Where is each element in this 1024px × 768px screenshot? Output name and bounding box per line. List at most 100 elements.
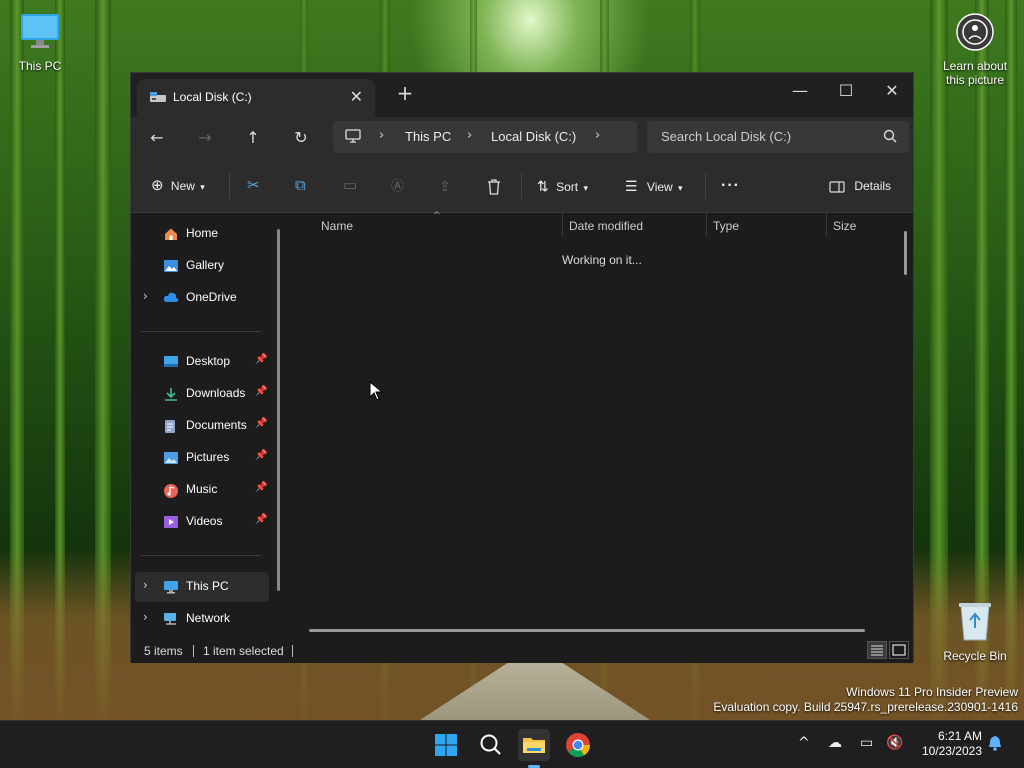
sidebar-item-this-pc[interactable]: › This PC bbox=[135, 572, 269, 602]
desktop-icon-recycle-bin[interactable]: Recycle Bin bbox=[935, 598, 1015, 663]
refresh-button[interactable]: ↻ bbox=[287, 125, 315, 151]
sort-icon: ⇅ bbox=[537, 178, 549, 194]
cut-button[interactable]: ✂ bbox=[247, 173, 260, 199]
toolbar-divider bbox=[705, 173, 706, 199]
sidebar-item-network[interactable]: › Network bbox=[135, 604, 269, 634]
pin-icon[interactable]: 📌 bbox=[255, 386, 267, 397]
toolbar-divider bbox=[229, 173, 230, 199]
download-arrow-icon bbox=[163, 387, 179, 401]
sidebar-item-videos[interactable]: Videos 📌 bbox=[135, 507, 269, 537]
vertical-scrollbar[interactable] bbox=[904, 231, 907, 275]
music-icon bbox=[163, 483, 179, 498]
chrome-taskbar-button[interactable] bbox=[562, 729, 594, 761]
pin-icon[interactable]: 📌 bbox=[255, 514, 267, 525]
maximize-button[interactable]: ☐ bbox=[823, 77, 869, 105]
search-icon bbox=[883, 129, 897, 146]
tiles-view-button[interactable] bbox=[889, 641, 909, 659]
column-header-size[interactable]: Size bbox=[833, 219, 856, 233]
show-hidden-icons-chevron-icon[interactable]: ^ bbox=[798, 735, 810, 751]
sidebar-item-downloads[interactable]: Downloads 📌 bbox=[135, 379, 269, 409]
file-explorer-taskbar-button[interactable] bbox=[518, 729, 550, 768]
search-input[interactable]: Search Local Disk (C:) bbox=[661, 129, 791, 144]
breadcrumb-local-disk[interactable]: Local Disk (C:) bbox=[491, 129, 576, 144]
title-bar[interactable]: Local Disk (C:) ✕ + — ☐ ✕ bbox=[131, 73, 913, 117]
sidebar-item-gallery[interactable]: Gallery bbox=[135, 251, 269, 281]
system-clock[interactable]: 6:21 AM 10/23/2023 bbox=[922, 729, 982, 759]
watermark-line-1: Windows 11 Pro Insider Preview bbox=[846, 685, 1018, 699]
rename-button[interactable]: Ⓐ bbox=[391, 173, 404, 199]
new-button[interactable]: ⊕ New ▾ bbox=[151, 173, 205, 199]
sidebar-scrollbar[interactable] bbox=[277, 229, 280, 591]
pin-icon[interactable]: 📌 bbox=[255, 450, 267, 461]
minimize-button[interactable]: — bbox=[777, 77, 823, 105]
details-pane-icon bbox=[829, 179, 848, 193]
details-view-icon bbox=[871, 645, 883, 656]
pin-icon[interactable]: 📌 bbox=[255, 482, 267, 493]
sidebar-item-label: Music bbox=[186, 482, 218, 496]
breadcrumb-this-pc[interactable]: This PC bbox=[405, 129, 451, 144]
desktop-icon-this-pc[interactable]: This PC bbox=[0, 10, 80, 73]
chevron-right-icon[interactable]: › bbox=[595, 128, 600, 143]
chevron-right-icon[interactable]: › bbox=[379, 128, 384, 143]
desktop-icon-learn-about-picture[interactable]: Learn about this picture bbox=[935, 12, 1015, 87]
share-icon: ⇪ bbox=[439, 178, 451, 194]
tab-close-icon[interactable]: ✕ bbox=[350, 87, 363, 106]
chevron-right-icon[interactable]: › bbox=[143, 610, 148, 624]
search-icon bbox=[480, 734, 501, 755]
camera-info-icon bbox=[935, 12, 1015, 55]
column-header-type[interactable]: Type bbox=[713, 219, 739, 233]
chevron-right-icon[interactable]: › bbox=[467, 128, 472, 143]
status-divider bbox=[292, 645, 293, 657]
more-options-icon[interactable]: ··· bbox=[721, 173, 740, 199]
horizontal-scrollbar[interactable] bbox=[309, 629, 865, 632]
clock-date: 10/23/2023 bbox=[921, 744, 982, 758]
up-button[interactable]: ↑ bbox=[239, 125, 267, 151]
clipboard-icon: ▭ bbox=[343, 177, 358, 194]
trash-icon bbox=[487, 179, 501, 195]
column-divider[interactable] bbox=[706, 213, 707, 237]
delete-button[interactable] bbox=[487, 173, 501, 199]
sidebar-item-home[interactable]: Home bbox=[135, 219, 269, 249]
details-button[interactable]: Details bbox=[829, 173, 891, 199]
chevron-right-icon[interactable]: › bbox=[143, 578, 148, 592]
sidebar-item-music[interactable]: Music 📌 bbox=[135, 475, 269, 505]
pin-icon[interactable]: 📌 bbox=[255, 418, 267, 429]
copy-button[interactable]: ⧉ bbox=[295, 173, 306, 199]
start-button[interactable] bbox=[430, 729, 462, 761]
navigation-bar: ← → ↑ ↻ › This PC › Local Disk (C:) › Se… bbox=[131, 117, 913, 159]
sidebar-divider bbox=[141, 331, 261, 332]
column-divider[interactable] bbox=[562, 213, 563, 237]
desktop-icon-label: Learn about this picture bbox=[942, 59, 1008, 87]
sidebar-item-documents[interactable]: Documents 📌 bbox=[135, 411, 269, 441]
tab-local-disk[interactable]: Local Disk (C:) ✕ bbox=[137, 79, 375, 117]
back-button[interactable]: ← bbox=[143, 125, 171, 151]
address-bar[interactable]: › This PC › Local Disk (C:) › bbox=[333, 121, 637, 153]
network-status-icon[interactable]: ▭ bbox=[860, 735, 873, 751]
column-divider[interactable] bbox=[826, 213, 827, 237]
sidebar-item-label: Network bbox=[186, 611, 231, 625]
file-list-pane: ^ Name Date modified Type Size Working o… bbox=[289, 211, 915, 637]
new-tab-button[interactable]: + bbox=[393, 81, 417, 105]
forward-button[interactable]: → bbox=[191, 125, 219, 151]
onedrive-status-icon[interactable]: ☁ bbox=[828, 735, 842, 751]
close-button[interactable]: ✕ bbox=[869, 77, 915, 105]
paste-button[interactable]: ▭ bbox=[343, 173, 357, 199]
pin-icon[interactable]: 📌 bbox=[255, 354, 267, 365]
chevron-right-icon[interactable]: › bbox=[143, 289, 148, 303]
column-header-name[interactable]: Name bbox=[321, 219, 353, 233]
search-button[interactable] bbox=[474, 729, 506, 761]
sidebar-item-onedrive[interactable]: › OneDrive bbox=[135, 283, 269, 313]
search-box[interactable]: Search Local Disk (C:) bbox=[647, 121, 909, 153]
sidebar-item-desktop[interactable]: Desktop 📌 bbox=[135, 347, 269, 377]
column-header-date-modified[interactable]: Date modified bbox=[569, 219, 643, 233]
sidebar-item-pictures[interactable]: Pictures 📌 bbox=[135, 443, 269, 473]
file-explorer-window: Local Disk (C:) ✕ + — ☐ ✕ ← → ↑ ↻ › This… bbox=[130, 72, 915, 663]
notification-bell-icon[interactable] bbox=[988, 735, 1002, 755]
sort-button[interactable]: ⇅ Sort ▾ bbox=[537, 173, 588, 199]
view-button-label: View bbox=[646, 180, 673, 194]
share-button[interactable]: ⇪ bbox=[439, 173, 451, 199]
volume-muted-icon[interactable]: 🔇 bbox=[886, 735, 903, 751]
view-button[interactable]: ☰ View ▾ bbox=[625, 173, 683, 199]
details-view-button[interactable] bbox=[867, 641, 887, 659]
loading-message: Working on it... bbox=[562, 253, 642, 267]
